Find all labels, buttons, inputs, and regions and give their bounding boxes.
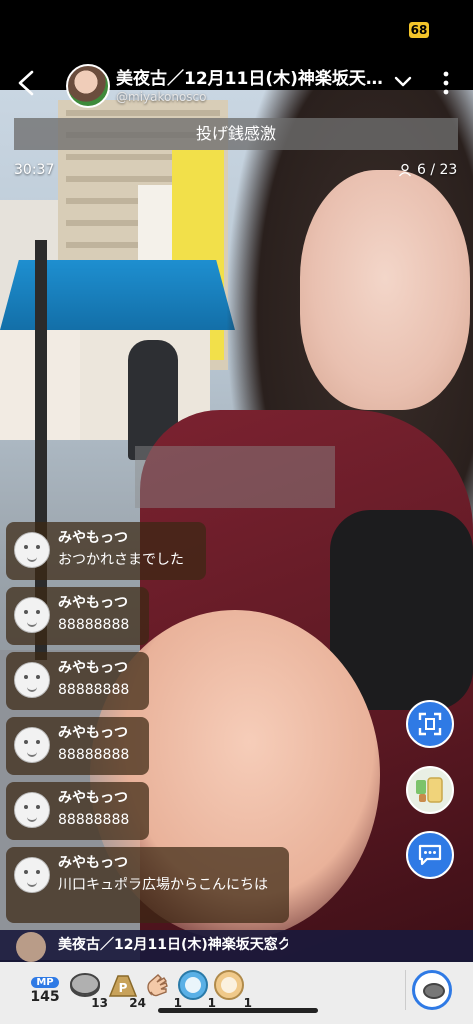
commenter-name: みやもっつ bbox=[58, 660, 128, 676]
commenter-name: みやもっつ bbox=[58, 855, 128, 871]
bottom-dock: MP 145 13 P 24 1 1 1 bbox=[0, 962, 473, 1024]
gift-item-button[interactable] bbox=[406, 766, 454, 814]
commenter-avatar bbox=[14, 597, 50, 633]
commenter-avatar bbox=[14, 727, 50, 763]
viewer-count-text: 6 / 23 bbox=[417, 162, 458, 178]
comment-item[interactable]: みやもっつ 川口キュポラ広場からこんにちは bbox=[6, 847, 289, 923]
commenter-name: みやもっつ bbox=[58, 790, 128, 806]
comment-message: 88888888 bbox=[58, 747, 130, 763]
clap-item[interactable]: 1 bbox=[142, 968, 182, 1010]
battery-badge: 68 bbox=[409, 22, 429, 38]
comment-item[interactable]: みやもっつ 88888888 bbox=[6, 717, 149, 775]
telop-banner: 投げ銭感激 bbox=[14, 118, 458, 150]
next-live-banner[interactable]: 美夜古／12月11日(木)神楽坂天窓クリスマスミニアルバム発 bbox=[0, 930, 473, 962]
commenter-name: みやもっつ bbox=[58, 530, 128, 546]
commenter-avatar bbox=[14, 792, 50, 828]
badge-50-item[interactable]: 1 bbox=[212, 968, 252, 1010]
next-live-avatar bbox=[16, 932, 46, 962]
rank-p-item[interactable]: P 24 bbox=[106, 968, 146, 1010]
more-vertical-icon[interactable] bbox=[440, 70, 452, 96]
comment-message: 88888888 bbox=[58, 617, 130, 633]
comment-message: 88888888 bbox=[58, 812, 130, 828]
back-arrow-icon[interactable] bbox=[14, 68, 40, 98]
home-indicator bbox=[158, 1008, 318, 1013]
commenter-avatar bbox=[14, 857, 50, 893]
mp-value: 145 bbox=[30, 989, 60, 1005]
mp-label: MP bbox=[31, 977, 59, 988]
gift-menu-button[interactable] bbox=[412, 970, 452, 1010]
comment-button[interactable] bbox=[406, 831, 454, 879]
chat-bubble-icon bbox=[418, 844, 442, 866]
commenter-avatar bbox=[14, 662, 50, 698]
food-gift-icon bbox=[416, 777, 443, 803]
comment-item[interactable]: みやもっつ 88888888 bbox=[6, 587, 149, 645]
mp-points[interactable]: MP 145 bbox=[28, 970, 62, 1005]
viewer-count: 6 / 23 bbox=[398, 162, 457, 178]
crop-frame-icon bbox=[418, 712, 442, 736]
next-live-title: 美夜古／12月11日(木)神楽坂天窓クリスマスミニアルバム発 bbox=[58, 937, 288, 953]
elapsed-time: 30:37 bbox=[14, 162, 55, 178]
badge-50-icon bbox=[214, 970, 244, 1000]
person-icon bbox=[399, 163, 411, 177]
translucent-overlay bbox=[135, 446, 335, 508]
commenter-name: みやもっつ bbox=[58, 725, 128, 741]
svg-text:P: P bbox=[119, 981, 128, 995]
commenter-name: みやもっつ bbox=[58, 595, 128, 611]
comment-item[interactable]: みやもっつ 88888888 bbox=[6, 782, 149, 840]
comment-message: 88888888 bbox=[58, 682, 130, 698]
coin-item[interactable]: 13 bbox=[68, 968, 108, 1010]
badge-100-icon bbox=[178, 970, 208, 1000]
streamer-face bbox=[300, 170, 470, 410]
comment-item[interactable]: みやもっつ 88888888 bbox=[6, 652, 149, 710]
badge-100-item[interactable]: 1 bbox=[176, 968, 216, 1010]
streamer-handle[interactable]: @miyakonosco bbox=[116, 90, 206, 104]
stream-title[interactable]: 美夜古／12月11日(木)神楽坂天窓… bbox=[116, 64, 386, 89]
chevron-down-icon[interactable] bbox=[393, 74, 413, 90]
clap-icon bbox=[147, 974, 168, 997]
dock-divider bbox=[405, 970, 406, 1010]
comment-item[interactable]: みやもっつ おつかれさまでした bbox=[6, 522, 206, 580]
screen-capture-button[interactable] bbox=[406, 700, 454, 748]
commenter-avatar bbox=[14, 532, 50, 568]
streamer-avatar[interactable] bbox=[66, 64, 110, 108]
comment-message: おつかれさまでした bbox=[58, 552, 184, 568]
comment-message: 川口キュポラ広場からこんにちは bbox=[58, 877, 268, 893]
